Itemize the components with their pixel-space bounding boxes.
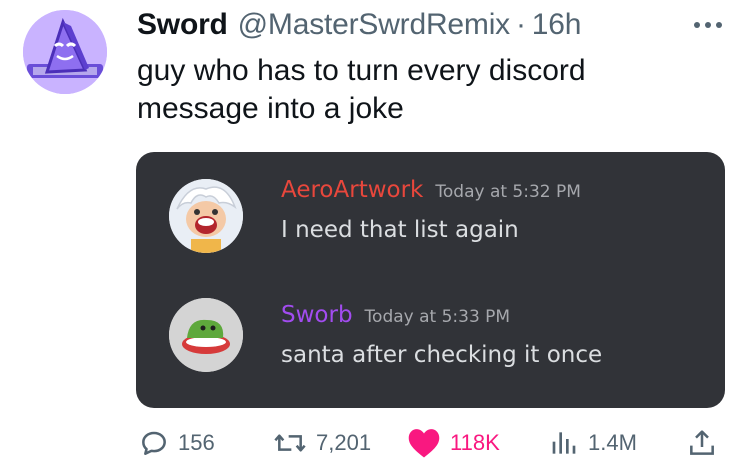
message-text: I need that list again — [281, 217, 519, 243]
username: Sworb — [281, 302, 353, 328]
more-options-button[interactable] — [690, 14, 726, 36]
message-header: Sworb Today at 5:33 PM — [281, 302, 510, 328]
author-avatar[interactable] — [23, 10, 107, 94]
tweet-header: Sword @MasterSwrdRemix · 16h — [137, 6, 581, 44]
message-timestamp: Today at 5:32 PM — [435, 182, 581, 202]
username: AeroArtwork — [281, 177, 424, 203]
tweet-text-line: message into a joke — [137, 92, 404, 125]
reply-count: 156 — [178, 430, 215, 455]
message-text: santa after checking it once — [281, 342, 603, 368]
share-button[interactable] — [686, 420, 726, 466]
author-name[interactable]: Sword — [137, 8, 228, 42]
like-count: 118K — [450, 430, 500, 455]
like-heart-icon — [408, 429, 440, 458]
message-timestamp: Today at 5:33 PM — [364, 307, 511, 327]
repost-count: 7,201 — [316, 430, 372, 455]
share-icon — [690, 430, 714, 455]
more-options-icon — [694, 22, 722, 28]
aeroartwork-avatar — [169, 179, 243, 253]
repost-button[interactable]: 7,201 — [272, 420, 371, 466]
repost-icon — [274, 434, 306, 452]
tweet-action-bar: 156 7,201 118K 1.4M — [0, 420, 750, 466]
author-handle[interactable]: @MasterSwrdRemix — [238, 8, 510, 42]
message-header: AeroArtwork Today at 5:32 PM — [281, 177, 581, 203]
embedded-discord-screenshot[interactable]: AeroArtwork Today at 5:32 PM I need that… — [136, 152, 725, 408]
views-count: 1.4M — [588, 430, 637, 455]
like-button[interactable]: 118K — [406, 420, 500, 466]
sworb-avatar — [169, 298, 243, 372]
views-button[interactable]: 1.4M — [548, 420, 637, 466]
separator-dot: · — [515, 8, 526, 41]
views-icon — [552, 432, 576, 454]
tweet-text-line: guy who has to turn every discord — [137, 54, 586, 87]
tweet-text: guy who has to turn every discord messag… — [137, 52, 697, 128]
reply-button[interactable]: 156 — [138, 420, 215, 466]
reply-icon — [142, 431, 166, 455]
tweet-time[interactable]: 16h — [532, 8, 582, 42]
